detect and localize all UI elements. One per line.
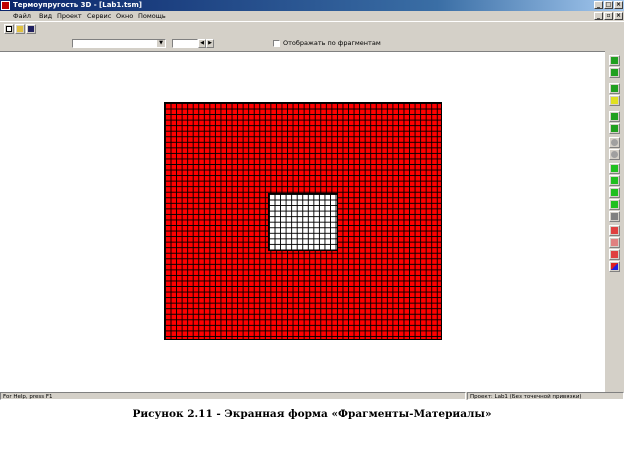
crosshair-icon — [611, 213, 618, 220]
move-right-button[interactable] — [609, 199, 620, 210]
rotate-x-icon — [611, 57, 618, 64]
figure-caption: Рисунок 2.11 - Экранная форма «Фрагменты… — [132, 408, 492, 420]
materials-palette-button[interactable] — [609, 261, 620, 272]
folder-open-icon — [17, 26, 23, 32]
fragment-select[interactable]: ▼ — [72, 39, 166, 48]
status-bar: For Help, press F1 Проект: Lab1 (Без точ… — [0, 392, 624, 400]
rotate-y-back-icon — [611, 97, 618, 104]
spin-next-button[interactable]: ▶ — [206, 39, 214, 48]
nodes-icon — [611, 251, 618, 258]
status-help-text: For Help, press F1 — [0, 392, 466, 400]
menu-project[interactable]: Проект — [57, 11, 82, 21]
child-minimize-button[interactable]: _ — [594, 12, 603, 20]
open-file-button[interactable] — [15, 24, 25, 34]
standard-toolbar — [0, 21, 624, 35]
palette-icon — [611, 263, 618, 270]
view-toolbar — [606, 51, 624, 392]
menu-view[interactable]: Вид — [39, 11, 52, 21]
spin-prev-button[interactable]: ◀ — [198, 39, 206, 48]
menu-bar: Файл Вид Проект Сервис Окно Помощь _ ▫ × — [0, 11, 624, 21]
arrow-right-icon — [611, 201, 618, 208]
move-up-button[interactable] — [609, 163, 620, 174]
rotate-y-button[interactable] — [609, 83, 620, 94]
center-view-button[interactable] — [609, 211, 620, 222]
rotate-z-back-icon — [611, 125, 618, 132]
new-file-icon — [6, 26, 12, 32]
menu-window[interactable]: Окно — [116, 11, 133, 21]
rotate-x-button[interactable] — [609, 55, 620, 66]
rotate-z-icon — [611, 113, 618, 120]
move-down-button[interactable] — [609, 175, 620, 186]
move-left-button[interactable] — [609, 187, 620, 198]
axes-icon — [611, 227, 618, 234]
grid-icon — [611, 239, 618, 246]
axes-button[interactable] — [609, 225, 620, 236]
nodes-button[interactable] — [609, 249, 620, 260]
minimize-button[interactable]: _ — [594, 1, 603, 9]
grid-toggle-button[interactable] — [609, 237, 620, 248]
show-by-fragments-label: Отображать по фрагментам — [283, 39, 381, 47]
rotate-x-back-button[interactable] — [609, 67, 620, 78]
child-restore-button[interactable]: ▫ — [604, 12, 613, 20]
arrow-up-icon — [611, 165, 618, 172]
save-file-button[interactable] — [26, 24, 36, 34]
hole-fragment-mesh[interactable] — [268, 193, 338, 251]
fragment-number-field[interactable] — [172, 39, 198, 48]
maximize-button[interactable]: □ — [604, 1, 613, 9]
rotate-x-back-icon — [611, 69, 618, 76]
child-close-button[interactable]: × — [614, 12, 623, 20]
show-by-fragments-checkbox[interactable] — [273, 40, 280, 47]
zoom-out-button[interactable] — [609, 149, 620, 160]
rotate-y-icon — [611, 85, 618, 92]
menu-file[interactable]: Файл — [13, 11, 31, 21]
fragment-toolbar: ▼ ◀ ▶ Отображать по фрагментам — [0, 36, 624, 51]
chevron-down-icon[interactable]: ▼ — [157, 40, 165, 47]
close-button[interactable]: × — [614, 1, 623, 9]
rotate-z-back-button[interactable] — [609, 123, 620, 134]
status-project-text: Проект: Lab1 (Без точечной привязки) — [467, 392, 624, 400]
zoom-out-icon — [611, 151, 618, 158]
zoom-in-button[interactable] — [609, 137, 620, 148]
menu-help[interactable]: Помощь — [138, 11, 166, 21]
new-file-button[interactable] — [4, 24, 14, 34]
floppy-disk-icon — [28, 26, 34, 32]
menu-service[interactable]: Сервис — [87, 11, 111, 21]
window-title: Термоупругость 3D - [Lab1.tsm] — [13, 1, 142, 9]
title-bar[interactable]: Термоупругость 3D - [Lab1.tsm] _ □ × — [0, 0, 624, 11]
app-icon — [1, 1, 10, 10]
rotate-y-back-button[interactable] — [609, 95, 620, 106]
arrow-left-icon — [611, 189, 618, 196]
rotate-z-button[interactable] — [609, 111, 620, 122]
zoom-in-icon — [611, 139, 618, 146]
arrow-down-icon — [611, 177, 618, 184]
